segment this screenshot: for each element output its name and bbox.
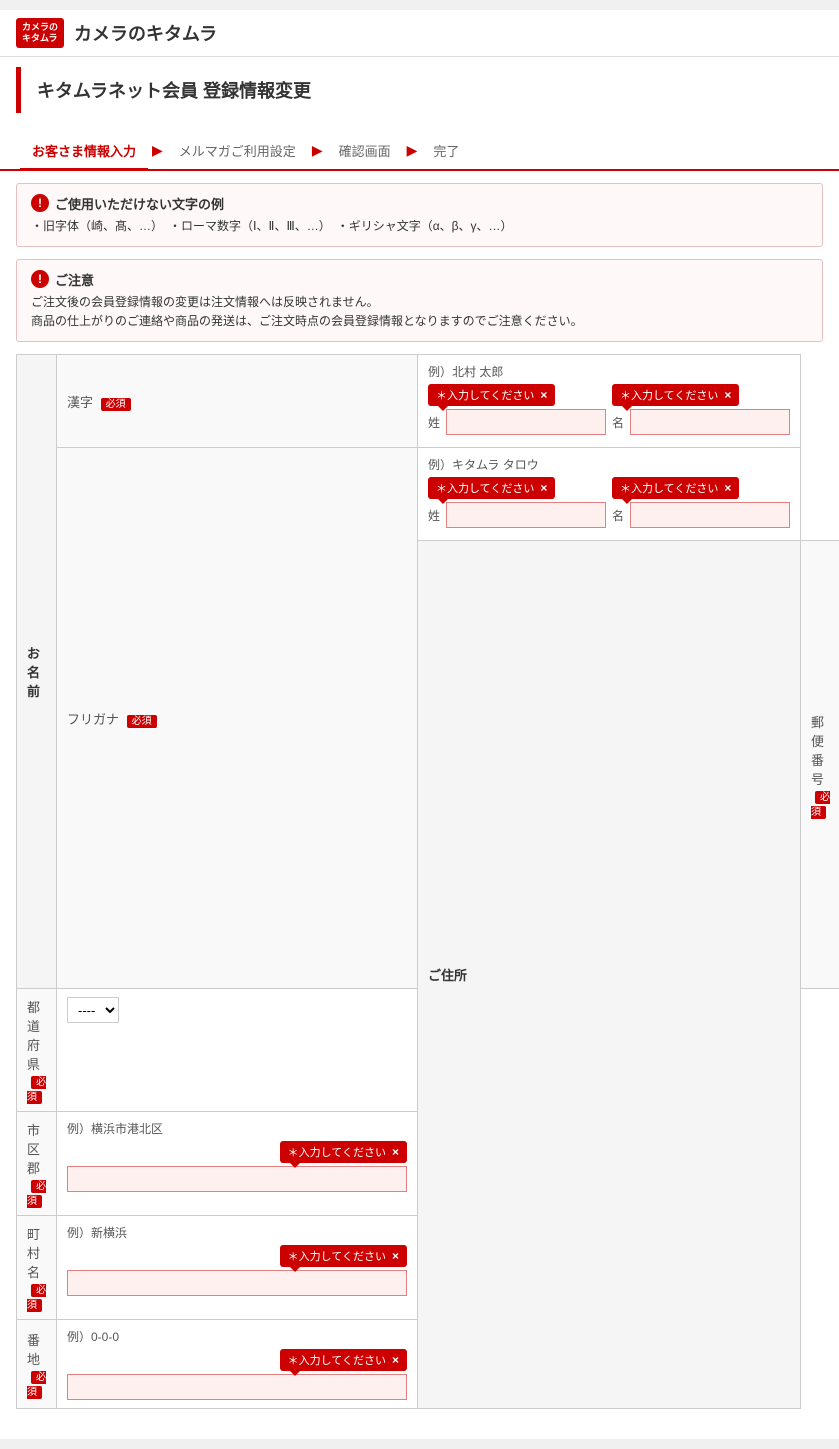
postal-label: 郵便番号 必須 [801, 541, 839, 989]
furigana-sei-error-tooltip: ＊入力してください × [428, 477, 555, 499]
shikugun-required: 必須 [27, 1180, 46, 1208]
notice1-title-text: ご使用いただけない文字の例 [55, 194, 224, 213]
furigana-sei-error-text: ＊入力してください [436, 480, 534, 496]
kanji-content: 例）北村 太郎 ＊入力してください × 姓 [418, 355, 801, 448]
step-3[interactable]: 確認画面 [327, 133, 403, 168]
todofuken-label: 都道府県 必須 [17, 989, 57, 1112]
banchi-error-text: ＊入力してください [288, 1352, 386, 1368]
step-1-label: お客さま情報入力 [32, 141, 136, 160]
shikugun-content: 例）横浜市港北区 ＊入力してください × [57, 1112, 418, 1216]
postal-required: 必須 [811, 791, 830, 819]
step-4-label: 完了 [433, 141, 459, 160]
banchi-example: 例）0-0-0 [67, 1328, 407, 1345]
furigana-label: フリガナ 必須 [57, 448, 418, 989]
notice2-icon: ! [31, 270, 49, 288]
address-label: ご住所 [418, 541, 801, 1409]
step-arrow-2: ▶ [312, 142, 323, 159]
header: カメラの キタムラ カメラのキタムラ [0, 10, 839, 57]
todofuken-select[interactable]: ---- [67, 997, 119, 1023]
shikugun-error-tooltip: ＊入力してください × [280, 1141, 407, 1163]
furigana-mei-error-close[interactable]: × [724, 481, 731, 495]
todofuken-required: 必須 [27, 1076, 46, 1104]
step-arrow-3: ▶ [407, 142, 418, 159]
notice2-title-text: ご注意 [55, 270, 94, 289]
step-2[interactable]: メルマガご利用設定 [167, 133, 308, 168]
kanji-mei-input[interactable] [630, 409, 790, 435]
notice1-title: ! ご使用いただけない文字の例 [31, 194, 808, 213]
furigana-content: 例）キタムラ タロウ ＊入力してください × 姓 [418, 448, 801, 541]
shikugun-error-close[interactable]: × [392, 1145, 399, 1159]
sei-label-furigana: 姓 [428, 507, 440, 524]
chosonmei-required: 必須 [27, 1284, 46, 1312]
step-3-label: 確認画面 [339, 141, 391, 160]
banchi-input[interactable] [67, 1374, 407, 1400]
notice2-title: ! ご注意 [31, 270, 808, 289]
page-title: キタムラネット会員 登録情報変更 [16, 67, 823, 113]
logo-line2: キタムラ [22, 33, 58, 44]
banchi-content: 例）0-0-0 ＊入力してください × [57, 1320, 418, 1409]
registration-form: お名前 漢字 必須 例）北村 太郎 ＊入力してください × 姓 [16, 354, 839, 1409]
notice1-text: ・旧字体（崎、髙、…） ・ローマ数字（Ⅰ、Ⅱ、Ⅲ、…） ・ギリシャ文字（α、β、… [31, 217, 808, 236]
name-label: お名前 [17, 355, 57, 989]
notice-caution: ! ご注意 ご注文後の会員登録情報の変更は注文情報へは反映されません。 商品の仕… [16, 259, 823, 342]
kanji-required: 必須 [101, 398, 131, 411]
shikugun-input[interactable] [67, 1166, 407, 1192]
banchi-required: 必須 [27, 1371, 46, 1399]
furigana-example: 例）キタムラ タロウ [428, 456, 790, 473]
mei-label-furigana: 名 [612, 507, 624, 524]
kanji-sei-error-tooltip: ＊入力してください × [428, 384, 555, 406]
chosonmei-error-tooltip: ＊入力してください × [280, 1245, 407, 1267]
shikugun-label: 市区郡 必須 [17, 1112, 57, 1216]
banchi-error-tooltip: ＊入力してください × [280, 1349, 407, 1371]
notice2-text1: ご注文後の会員登録情報の変更は注文情報へは反映されません。 [31, 293, 808, 312]
kanji-input-row: ＊入力してください × 姓 ＊入力してください × [428, 384, 790, 435]
chosonmei-label: 町村名 必須 [17, 1216, 57, 1320]
chosonmei-error-close[interactable]: × [392, 1249, 399, 1263]
chosonmei-example: 例）新横浜 [67, 1224, 407, 1241]
banchi-label: 番地 必須 [17, 1320, 57, 1409]
chosonmei-content: 例）新横浜 ＊入力してください × [57, 1216, 418, 1320]
furigana-required: 必須 [127, 715, 157, 728]
step-indicator: お客さま情報入力 ▶ メルマガご利用設定 ▶ 確認画面 ▶ 完了 [0, 123, 839, 171]
todofuken-content: ---- [57, 989, 418, 1112]
kanji-sei-input[interactable] [446, 409, 606, 435]
kanji-example: 例）北村 太郎 [428, 363, 790, 380]
mei-label-kanji: 名 [612, 414, 624, 431]
furigana-mei-error-text: ＊入力してください [620, 480, 718, 496]
logo: カメラの キタムラ [16, 18, 64, 48]
furigana-input-row: ＊入力してください × 姓 ＊入力してください × [428, 477, 790, 528]
notice-unusable-chars: ! ご使用いただけない文字の例 ・旧字体（崎、髙、…） ・ローマ数字（Ⅰ、Ⅱ、Ⅲ… [16, 183, 823, 247]
kanji-sei-error-text: ＊入力してください [436, 387, 534, 403]
kanji-sei-error-close[interactable]: × [540, 388, 547, 402]
kanji-mei-error-text: ＊入力してください [620, 387, 718, 403]
kanji-mei-error-close[interactable]: × [724, 388, 731, 402]
furigana-mei-input[interactable] [630, 502, 790, 528]
site-title: カメラのキタムラ [74, 20, 217, 46]
logo-line1: カメラの [22, 22, 58, 33]
kanji-label: 漢字 必須 [57, 355, 418, 448]
furigana-sei-input[interactable] [446, 502, 606, 528]
chosonmei-input[interactable] [67, 1270, 407, 1296]
notice1-icon: ! [31, 194, 49, 212]
banchi-error-close[interactable]: × [392, 1353, 399, 1367]
furigana-mei-error-tooltip: ＊入力してください × [612, 477, 739, 499]
step-2-label: メルマガご利用設定 [179, 141, 296, 160]
step-1[interactable]: お客さま情報入力 [20, 133, 148, 171]
furigana-main-row: フリガナ 必須 例）キタムラ タロウ ＊入力してください × 姓 [17, 448, 839, 541]
name-kanji-row: お名前 漢字 必須 例）北村 太郎 ＊入力してください × 姓 [17, 355, 839, 448]
step-arrow-1: ▶ [152, 142, 163, 159]
sei-label-kanji: 姓 [428, 414, 440, 431]
kanji-mei-error-tooltip: ＊入力してください × [612, 384, 739, 406]
notice2-text2: 商品の仕上がりのご連絡や商品の発送は、ご注文時点の会員登録情報となりますのでご注… [31, 312, 808, 331]
shikugun-example: 例）横浜市港北区 [67, 1120, 407, 1137]
chosonmei-error-text: ＊入力してください [288, 1248, 386, 1264]
shikugun-error-text: ＊入力してください [288, 1144, 386, 1160]
furigana-sei-error-close[interactable]: × [540, 481, 547, 495]
step-4[interactable]: 完了 [421, 133, 471, 168]
